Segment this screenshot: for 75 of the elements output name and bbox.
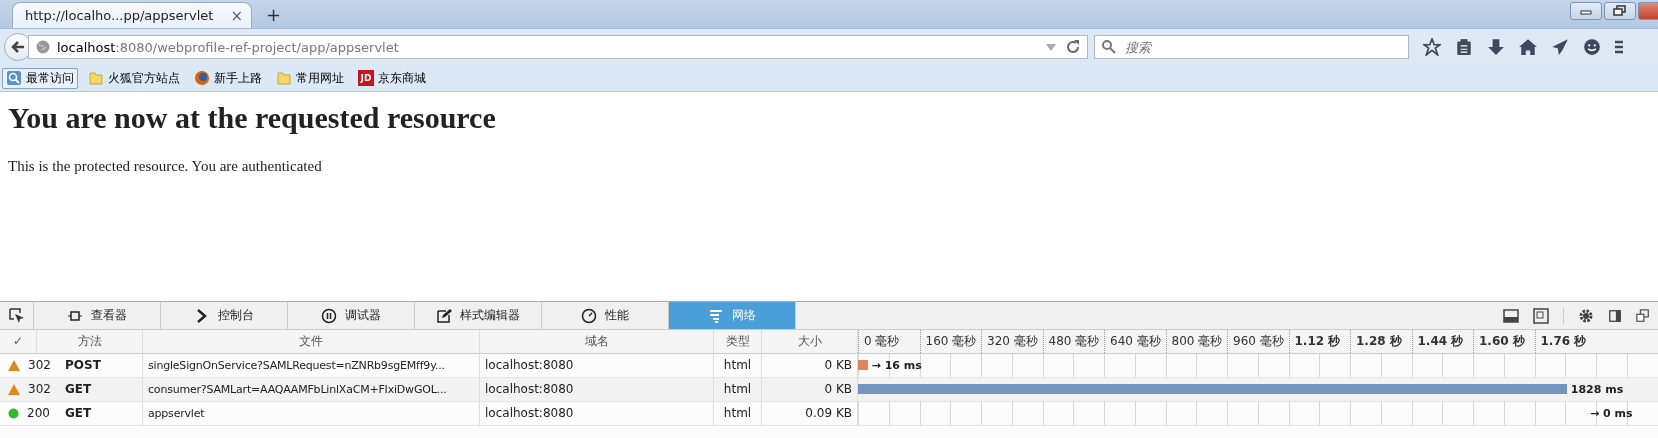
network-icon[interactable] — [708, 307, 724, 324]
domain-cell: localhost:8080 — [480, 378, 714, 402]
restore-button[interactable] — [1604, 2, 1636, 20]
timeline-tick: 960 毫秒 — [1227, 330, 1289, 353]
type-cell: html — [714, 378, 762, 402]
size-cell: 0 KB — [762, 378, 858, 402]
status-code: 200 — [27, 405, 50, 422]
timeline-tick: 1.28 秒 — [1350, 330, 1412, 353]
browser-tab[interactable]: http://localho...pp/appservlet × — [12, 2, 252, 28]
pause-icon[interactable] — [321, 307, 337, 324]
timeline-tick: 1.44 秒 — [1411, 330, 1473, 353]
timing-label: → 0 ms — [1590, 407, 1633, 420]
restore-icon — [1613, 5, 1627, 17]
column-header[interactable]: 大小 — [762, 330, 858, 354]
domain-cell: localhost:8080 — [480, 402, 714, 426]
split-console-icon[interactable] — [1503, 307, 1519, 324]
timing-label: → 16 ms — [871, 359, 922, 372]
reload-icon[interactable] — [1065, 39, 1081, 55]
clipboard-icon[interactable] — [1455, 38, 1473, 56]
bookmarks-icon[interactable] — [6, 70, 22, 86]
bookmark[interactable]: 常用网址 — [272, 67, 348, 89]
minimize-button[interactable] — [1570, 2, 1602, 20]
timeline-tick: 800 毫秒 — [1165, 330, 1227, 353]
gauge-icon[interactable] — [581, 307, 597, 324]
menu-icon[interactable] — [1615, 39, 1623, 55]
timeline-tick: 320 毫秒 — [981, 330, 1043, 353]
timeline-tick: 480 毫秒 — [1042, 330, 1104, 353]
address-bar[interactable]: localhost:8080/webprofile-ref-project/app/appservlet — [28, 35, 1088, 59]
bookmark[interactable]: 火狐官方站点 — [84, 67, 184, 89]
logo-icon: JD — [358, 70, 374, 86]
smiley-icon[interactable] — [1583, 38, 1601, 56]
search-field[interactable]: 搜索 — [1094, 35, 1409, 59]
timeline-tick: 1.76 秒 — [1534, 330, 1596, 353]
timeline-tick: 1.60 秒 — [1473, 330, 1535, 353]
close-icon[interactable]: × — [230, 6, 243, 25]
settings-icon[interactable] — [1578, 307, 1594, 324]
new-tab-button[interactable]: + — [262, 4, 286, 25]
paper-plane-icon[interactable] — [1551, 38, 1569, 56]
status-code: 302 — [28, 357, 51, 374]
timeline-tick: 0 毫秒 — [858, 330, 920, 353]
file-cell: consumer?SAMLart=AAQAAMFbLinlXaCM+FIxiDwGOL... — [143, 378, 480, 402]
dock-side-icon[interactable] — [1608, 308, 1622, 323]
star-icon[interactable] — [1423, 38, 1441, 56]
timeline-tick: 1.12 秒 — [1288, 330, 1350, 353]
column-header[interactable]: 文件 — [143, 330, 480, 354]
column-header[interactable]: 域名 — [480, 330, 714, 354]
timing-label: 1828 ms — [1570, 383, 1624, 396]
warning-icon — [8, 384, 20, 395]
bookmark[interactable]: JD 京东商城 — [354, 67, 430, 89]
search-input[interactable]: 搜索 — [1123, 38, 1397, 56]
bookmark[interactable]: 新手上路 — [190, 67, 266, 89]
url-text: localhost:8080/webprofile-ref-project/app/appservlet — [57, 39, 400, 55]
pencil-icon[interactable] — [436, 307, 452, 324]
element-picker-icon[interactable] — [8, 307, 25, 324]
minimize-icon — [1580, 7, 1592, 15]
size-cell: 0.09 KB — [762, 402, 858, 426]
bookmark[interactable]: 最常访问 — [2, 67, 78, 89]
page-text: This is the protected resource. You are authenticated — [8, 158, 323, 175]
timeline-tick: 640 毫秒 — [1104, 330, 1166, 353]
page-heading: You are now at the requested resource — [8, 100, 497, 136]
success-dot-icon — [8, 408, 19, 419]
back-arrow-icon — [10, 39, 26, 55]
search-icon[interactable] — [1101, 39, 1117, 55]
responsive-icon[interactable] — [1533, 307, 1549, 324]
column-header[interactable]: ✓ — [0, 330, 37, 354]
timeline-tick: 160 毫秒 — [919, 330, 981, 353]
home-icon[interactable] — [1519, 38, 1537, 56]
download-icon[interactable] — [1487, 38, 1505, 56]
undock-icon[interactable] — [1636, 308, 1650, 323]
status-code: 302 — [28, 381, 51, 398]
file-cell: appservlet — [143, 402, 480, 426]
type-cell: html — [714, 402, 762, 426]
warning-icon — [8, 360, 20, 371]
column-header[interactable]: 方法 — [37, 330, 143, 354]
column-header[interactable]: 类型 — [714, 330, 762, 354]
